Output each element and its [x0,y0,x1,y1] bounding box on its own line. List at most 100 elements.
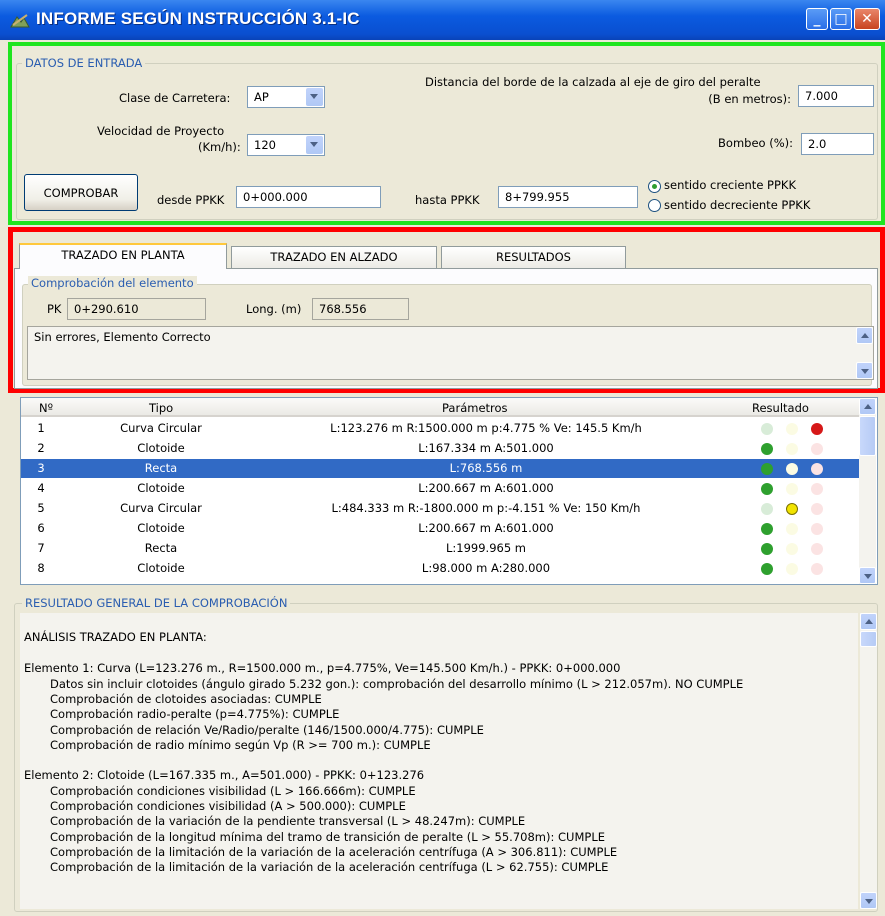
cell-n: 8 [37,561,45,575]
report-line: ANÁLISIS TRAZADO EN PLANTA: [24,630,207,644]
cell-params: L:484.333 m R:-1800.000 m p:-4.151 % Ve:… [331,501,641,515]
long-label: Long. (m) [246,302,302,316]
yellow-light-icon [786,563,798,575]
cell-params: L:167.334 m A:501.000 [418,441,554,455]
maximize-icon: □ [834,11,848,27]
red-light-icon [811,543,823,555]
tab-trazado-planta[interactable]: TRAZADO EN PLANTA [19,243,227,269]
check-message: Sin errores, Elemento Correcto [34,330,211,344]
check-group-label: Comprobación del elemento [28,276,197,290]
red-light-icon [811,483,823,495]
elements-table[interactable]: Nº Tipo Parámetros Resultado 1 Curva Circ… [20,397,878,585]
cell-tipo: Curva Circular [120,501,202,515]
scroll-up-icon[interactable] [860,613,877,630]
table-row[interactable]: 3 Recta L:768.556 m [21,459,859,478]
table-row[interactable]: 7 Recta L:1999.965 m [21,539,859,558]
green-light-icon [761,523,773,535]
clase-select[interactable]: AP [247,86,325,108]
radio-decreciente[interactable] [648,199,661,212]
report-line: Comprobación de la limitación de la vari… [50,845,618,859]
clase-value: AP [254,90,269,104]
tab-trazado-alzado[interactable]: TRAZADO EN ALZADO [231,246,437,268]
table-row[interactable]: 2 Clotoide L:167.334 m A:501.000 [21,439,859,458]
yellow-light-icon [786,523,798,535]
title-bar[interactable]: INFORME SEGÚN INSTRUCCIÓN 3.1-IC _ □ ✕ [0,0,885,40]
cell-tipo: Clotoide [137,561,185,575]
distancia-input[interactable]: 7.000 [798,85,874,107]
cell-n: 1 [37,421,45,435]
cell-tipo: Clotoide [137,441,185,455]
desde-input[interactable]: 0+000.000 [236,186,381,208]
scroll-up-icon[interactable] [859,398,876,415]
distancia-unit-label: (B en metros): [708,92,791,106]
minimize-button[interactable]: _ [806,8,828,30]
scroll-down-icon[interactable] [859,567,876,584]
velocidad-select[interactable]: 120 [247,134,325,156]
report-line: Comprobación de relación Ve/Radio/peralt… [50,723,484,737]
pk-label: PK [47,302,62,316]
tab-resultados[interactable]: RESULTADOS [441,246,626,268]
cell-n: 7 [37,541,45,555]
app-icon [10,14,30,28]
cell-params: L:200.667 m A:601.000 [418,481,554,495]
table-scrollbar[interactable] [859,398,876,584]
close-button[interactable]: ✕ [854,8,880,30]
chevron-down-icon[interactable] [306,88,323,106]
table-row[interactable]: 1 Curva Circular L:123.276 m R:1500.000 m … [21,419,859,438]
scroll-thumb[interactable] [860,631,877,647]
chevron-down-icon[interactable] [306,136,323,154]
message-scrollbar[interactable] [856,327,873,379]
report-scrollbar[interactable] [860,613,877,909]
long-field: 768.556 [312,298,409,320]
scroll-down-icon[interactable] [856,362,873,379]
radio-decreciente-label[interactable]: sentido decreciente PPKK [664,198,810,212]
report-line: Elemento 2: Clotoide (L=167.335 m., A=50… [24,768,425,782]
yellow-light-icon [786,423,798,435]
hasta-input[interactable]: 8+799.955 [498,186,638,208]
minimize-icon: _ [813,11,821,27]
green-light-icon [761,563,773,575]
header-tipo[interactable]: Tipo [149,401,173,415]
scroll-up-icon[interactable] [856,327,873,344]
table-row[interactable]: 4 Clotoide L:200.667 m A:601.000 [21,479,859,498]
cell-tipo: Clotoide [137,481,185,495]
red-light-icon [811,423,823,435]
table-row[interactable]: 8 Clotoide L:98.000 m A:280.000 [21,559,859,578]
radio-creciente[interactable] [648,180,661,193]
report-line: Comprobación de la longitud mínima del t… [50,830,605,844]
velocidad-value: 120 [254,138,276,152]
velocidad-label: Velocidad de Proyecto [97,124,225,138]
scroll-thumb[interactable] [859,416,876,456]
maximize-button[interactable]: □ [830,8,852,30]
clase-label: Clase de Carretera: [119,91,231,105]
scroll-down-icon[interactable] [860,892,877,909]
bombeo-label: Bombeo (%): [718,136,793,150]
check-message-box[interactable]: Sin errores, Elemento Correcto [27,326,874,380]
cell-params: L:768.556 m [449,461,523,475]
cell-n: 6 [37,521,45,535]
cell-n: 5 [37,501,45,515]
header-parametros[interactable]: Parámetros [442,401,508,415]
report-line: Comprobación radio-peralte (p=4.775%): C… [50,707,340,721]
comprobar-button[interactable]: COMPROBAR [24,174,138,211]
yellow-light-icon [786,543,798,555]
table-row[interactable]: 5 Curva Circular L:484.333 m R:-1800.000 m… [21,499,859,518]
header-n[interactable]: Nº [39,401,53,415]
cell-tipo: Clotoide [137,521,185,535]
radio-creciente-label[interactable]: sentido creciente PPKK [664,178,796,192]
cell-params: L:123.276 m R:1500.000 m p:4.775 % Ve: 1… [330,421,642,435]
green-light-icon [761,423,773,435]
green-light-icon [761,463,773,475]
yellow-light-icon [786,483,798,495]
cell-tipo: Curva Circular [120,421,202,435]
report-line: Comprobación de la limitación de la vari… [50,860,609,874]
report-textbox[interactable]: ANÁLISIS TRAZADO EN PLANTA: Elemento 1: C… [20,613,858,909]
table-row[interactable]: 6 Clotoide L:200.667 m A:601.000 [21,519,859,538]
report-line: Datos sin incluir clotoides (ángulo gira… [50,677,744,691]
red-light-icon [811,463,823,475]
desde-label: desde PPKK [157,193,225,207]
header-resultado[interactable]: Resultado [752,401,809,415]
green-light-icon [761,503,773,515]
bombeo-input[interactable]: 2.0 [801,133,874,155]
cell-params: L:200.667 m A:601.000 [418,521,554,535]
